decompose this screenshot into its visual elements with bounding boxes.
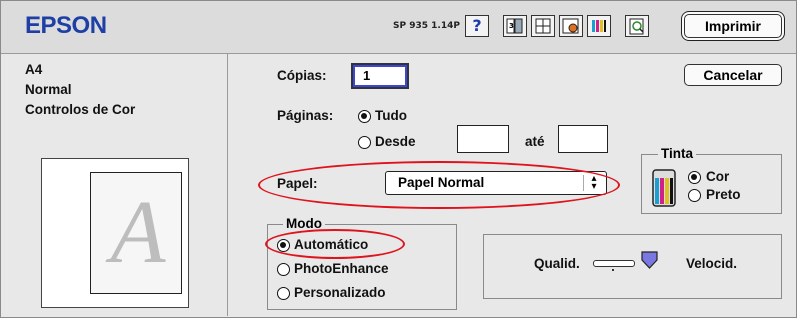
ink-cartridge-icon [651, 166, 677, 208]
slider-tick [612, 269, 614, 271]
dialog-header: EPSON SP 935 1.14P ? 3 Imprimir [1, 1, 796, 54]
preview-letter: A [110, 183, 166, 282]
mode-photoenhance-radio[interactable] [277, 263, 290, 276]
print-button[interactable]: Imprimir [684, 14, 782, 38]
svg-text:3: 3 [509, 22, 514, 30]
ink-black-label: Preto [706, 187, 741, 202]
help-icon[interactable]: ? [465, 15, 489, 37]
ink-icon[interactable] [587, 15, 611, 37]
pages-range-radio[interactable] [358, 136, 371, 149]
driver-version: SP 935 1.14P [393, 21, 460, 31]
utilities-icon[interactable] [559, 15, 583, 37]
popup-arrows-icon: ▴ ▾ [583, 174, 600, 192]
pages-to-label: até [525, 134, 545, 149]
quality-slider-handle[interactable] [641, 251, 658, 269]
summary-paper-type: Normal [25, 82, 72, 97]
preview-page: A [90, 172, 182, 294]
print-dialog: EPSON SP 935 1.14P ? 3 Imprimir Cancelar… [0, 0, 797, 318]
mode-automatic-label: Automático [294, 237, 369, 252]
mode-automatic-radio[interactable] [277, 239, 290, 252]
pages-all-radio[interactable] [358, 110, 371, 123]
layout-icon[interactable]: 3 [503, 15, 527, 37]
pages-to-input[interactable] [558, 125, 608, 153]
ink-color-label: Cor [706, 169, 730, 184]
speed-label: Velocid. [686, 256, 738, 271]
pages-range-label: Desde [375, 134, 416, 149]
mode-custom-label: Personalizado [294, 285, 386, 300]
paper-label: Papel: [277, 176, 318, 191]
paper-type-popup[interactable]: Papel Normal ▴ ▾ [385, 171, 607, 195]
quality-slider-track[interactable] [593, 260, 635, 267]
pages-from-input[interactable] [457, 125, 509, 153]
copies-value: 1 [363, 68, 371, 83]
copies-input[interactable]: 1 [351, 63, 409, 89]
ink-group-title: Tinta [658, 146, 697, 161]
advanced-icon[interactable] [531, 15, 555, 37]
mode-custom-radio[interactable] [277, 287, 290, 300]
ink-color-radio[interactable] [688, 171, 701, 184]
summary-color-control: Controlos de Cor [25, 102, 136, 117]
preview-icon[interactable] [625, 15, 649, 37]
mode-group-title: Modo [283, 216, 325, 231]
mode-photoenhance-label: PhotoEnhance [294, 261, 389, 276]
quality-label: Qualid. [534, 256, 580, 271]
paper-type-value: Papel Normal [398, 175, 485, 190]
copies-label: Cópias: [277, 68, 327, 83]
pages-all-label: Tudo [375, 108, 407, 123]
cancel-button[interactable]: Cancelar [684, 64, 782, 86]
brand-logo: EPSON [25, 12, 107, 39]
settings-summary-panel: A4 Normal Controlos de Cor A [1, 54, 228, 316]
print-preview: A [41, 158, 189, 308]
pages-label: Páginas: [277, 108, 334, 123]
ink-black-radio[interactable] [688, 189, 701, 202]
summary-paper-size: A4 [25, 62, 43, 77]
help-label: ? [472, 16, 482, 35]
